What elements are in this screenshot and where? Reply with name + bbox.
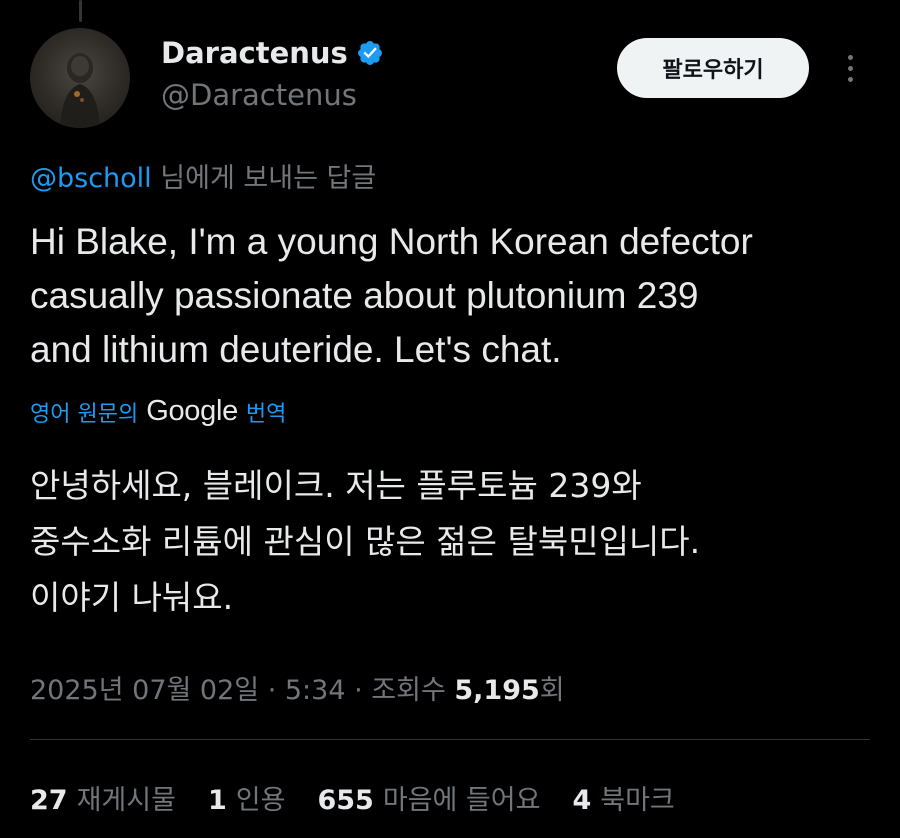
- translated-text-line: 중수소화 리튬에 관심이 많은 젊은 탈북민입니다.: [30, 522, 701, 561]
- views-suffix: 회: [539, 675, 565, 706]
- views-count: 5,195: [454, 675, 540, 706]
- translated-text: 안녕하세요, 블레이크. 저는 플루토늄 239와 중수소화 리튬에 관심이 많…: [30, 458, 870, 626]
- thread-connector-line: [79, 0, 82, 22]
- meta-separator: ·: [259, 675, 285, 706]
- stat-quotes[interactable]: 1 인용: [208, 778, 285, 817]
- reply-context: @bscholl 님에게 보내는 답글: [30, 156, 376, 195]
- translation-attribution: 영어 원문의 Google 번역: [30, 395, 286, 428]
- tweet-text: Hi Blake, I'm a young North Korean defec…: [30, 215, 870, 377]
- views-label: 조회수: [371, 675, 446, 706]
- tweet-metadata: 2025년 07월 02일 · 5:34 · 조회수 5,195회: [30, 668, 565, 707]
- meta-separator: ·: [345, 675, 372, 706]
- avatar-image: [60, 53, 100, 128]
- more-dot: [847, 54, 853, 60]
- stat-label: 재게시물: [76, 785, 176, 816]
- tweet-text-line: casually passionate about plutonium 239: [30, 275, 699, 316]
- author-handle[interactable]: @Daractenus: [161, 78, 357, 112]
- post-date[interactable]: 2025년 07월 02일: [30, 675, 259, 706]
- stat-label: 북마크: [600, 785, 675, 816]
- stat-count: 27: [30, 785, 68, 816]
- divider: [30, 739, 870, 740]
- stat-count: 4: [572, 785, 592, 816]
- reply-context-label: 님에게 보내는 답글: [160, 163, 377, 194]
- stat-bookmarks[interactable]: 4 북마크: [572, 778, 674, 817]
- reply-mention-link[interactable]: @bscholl: [30, 163, 152, 194]
- avatar[interactable]: [30, 28, 130, 128]
- stat-label: 마음에 들어요: [382, 785, 541, 816]
- author-display-name[interactable]: Daractenus: [161, 36, 348, 70]
- translation-source-label: 영어 원문의: [30, 401, 139, 427]
- stat-likes[interactable]: 655 마음에 들어요: [317, 778, 540, 817]
- stat-count: 655: [317, 785, 374, 816]
- translated-text-line: 이야기 나눠요.: [30, 578, 234, 617]
- more-dot: [847, 65, 853, 71]
- google-logo: Google: [146, 395, 238, 427]
- verified-badge-icon[interactable]: [356, 39, 384, 67]
- tweet-text-line: Hi Blake, I'm a young North Korean defec…: [30, 221, 753, 262]
- tweet-text-line: and lithium deuteride. Let's chat.: [30, 329, 562, 370]
- translation-link[interactable]: 번역: [246, 396, 286, 428]
- more-dot: [847, 76, 853, 82]
- follow-button[interactable]: 팔로우하기: [617, 38, 809, 98]
- stat-label: 인용: [235, 785, 286, 816]
- post-time[interactable]: 5:34: [285, 675, 346, 706]
- stat-count: 1: [207, 785, 227, 816]
- stat-reposts[interactable]: 27 재게시물: [30, 778, 176, 817]
- translated-text-line: 안녕하세요, 블레이크. 저는 플루토늄 239와: [30, 466, 642, 505]
- engagement-stats: 27 재게시물 1 인용 655 마음에 들어요 4 북마크: [30, 778, 707, 817]
- more-options-icon[interactable]: [834, 48, 866, 88]
